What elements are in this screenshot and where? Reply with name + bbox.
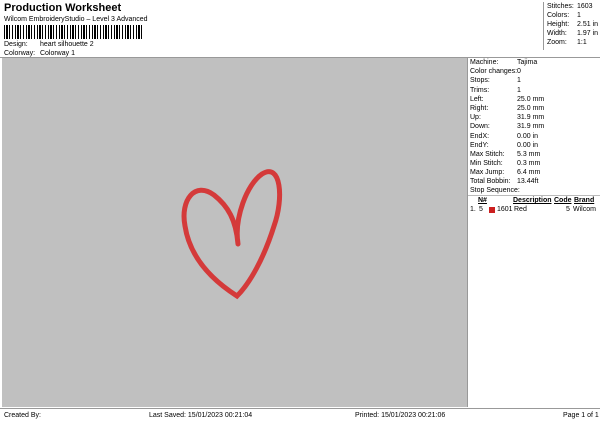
machine-value: 6.4 mm bbox=[517, 169, 541, 177]
stats-panel: Stitches: 1603 Colors: 1 Height: 2.51 in Wi… bbox=[543, 2, 600, 50]
machine-label: Left: bbox=[470, 95, 484, 103]
col-brand: Brand bbox=[574, 197, 595, 204]
row-description: Red bbox=[514, 206, 527, 213]
machine-value: 0.00 in bbox=[517, 141, 539, 149]
stat-value: 1:1 bbox=[577, 39, 587, 46]
machine-value: 1 bbox=[517, 77, 521, 85]
machine-label: Total Bobbin: bbox=[470, 178, 511, 186]
machine-row: Left: 25.0 mm bbox=[468, 95, 600, 104]
design-value: heart silhouette 2 bbox=[39, 41, 94, 48]
color-swatch bbox=[489, 206, 495, 213]
machine-label: Down: bbox=[470, 123, 490, 131]
machine-value: 31.9 mm bbox=[517, 114, 545, 122]
created-by: Created By: bbox=[4, 412, 41, 419]
heart-silhouette bbox=[181, 169, 283, 300]
machine-row: Max Jump: 6.4 mm bbox=[468, 168, 600, 177]
machine-label: Max Stitch: bbox=[470, 150, 505, 158]
stat-label: Stitches: bbox=[547, 3, 574, 10]
machine-row: Max Stitch: 5.3 mm bbox=[468, 150, 600, 159]
machine-value: 25.0 mm bbox=[517, 104, 545, 112]
machine-value: 0 bbox=[517, 68, 521, 76]
design-preview bbox=[2, 58, 468, 407]
machine-label: EndY: bbox=[470, 141, 489, 149]
machine-row: Color changes: 0 bbox=[468, 67, 600, 76]
stat-row: Height: 2.51 in bbox=[544, 20, 600, 29]
machine-label: Right: bbox=[470, 104, 489, 112]
stat-label: Width: bbox=[547, 30, 567, 37]
stat-row: Stitches: 1603 bbox=[544, 2, 600, 11]
colorway-value: Colorway 1 bbox=[39, 50, 75, 57]
heart-stroke bbox=[181, 169, 283, 300]
machine-value: 0.00 in bbox=[517, 132, 539, 140]
colorway-label: Colorway: bbox=[4, 50, 36, 57]
machine-row: Trims: 1 bbox=[468, 86, 600, 95]
machine-row: Down: 31.9 mm bbox=[468, 122, 600, 131]
stop-sequence-title: Stop Sequence: bbox=[468, 186, 600, 196]
row-code: 5 bbox=[566, 206, 570, 213]
row-index: 1. bbox=[470, 206, 476, 213]
machine-label: Stops: bbox=[470, 77, 490, 85]
machine-row: EndY: 0.00 in bbox=[468, 141, 600, 150]
machine-label: EndX: bbox=[470, 132, 490, 140]
row-brand: Wilcom bbox=[573, 206, 596, 213]
col-description: Description bbox=[513, 197, 552, 204]
machine-value: 25.0 mm bbox=[517, 95, 545, 103]
stat-row: Zoom: 1:1 bbox=[544, 38, 600, 47]
machine-label: Up: bbox=[470, 114, 481, 122]
page-number: Page 1 of 1 bbox=[563, 412, 599, 419]
col-num: N# bbox=[478, 197, 487, 204]
machine-row: Min Stitch: 0.3 mm bbox=[468, 159, 600, 168]
machine-value: 1 bbox=[517, 86, 521, 94]
machine-label: Machine: bbox=[470, 59, 499, 66]
machine-row: Right: 25.0 mm bbox=[468, 104, 600, 113]
machine-value: 31.9 mm bbox=[517, 123, 545, 131]
stat-value: 1 bbox=[577, 12, 581, 19]
machine-value: Tajima bbox=[517, 59, 538, 66]
page-title: Production Worksheet bbox=[4, 2, 122, 14]
table-row: 1. 5 1601 Red 5 Wilcom bbox=[468, 205, 600, 214]
stat-value: 1.97 in bbox=[577, 30, 599, 37]
stat-row: Width: 1.97 in bbox=[544, 29, 600, 38]
stat-value: 1603 bbox=[577, 3, 593, 10]
col-code: Code bbox=[554, 197, 572, 204]
stop-sequence-header: N# Description Code Brand bbox=[468, 196, 600, 205]
printed-date: Printed: 15/01/2023 00:21:06 bbox=[355, 412, 446, 419]
stat-label: Zoom: bbox=[547, 39, 567, 46]
machine-row: Up: 31.9 mm bbox=[468, 113, 600, 122]
row-num: 5 bbox=[479, 206, 483, 213]
footer-divider bbox=[0, 408, 600, 409]
machine-row: EndX: 0.00 in bbox=[468, 132, 600, 141]
row-code-num: 1601 bbox=[497, 206, 513, 213]
design-label: Design: bbox=[4, 41, 28, 48]
machine-label: Min Stitch: bbox=[470, 160, 503, 168]
machine-label: Color changes: bbox=[470, 68, 518, 76]
stat-row: Colors: 1 bbox=[544, 11, 600, 20]
machine-label: Trims: bbox=[470, 86, 490, 94]
colorway-row: Colorway: Colorway 1 bbox=[4, 50, 75, 57]
software-subtitle: Wilcom EmbroideryStudio – Level 3 Advanc… bbox=[4, 16, 148, 23]
stat-label: Colors: bbox=[547, 12, 570, 19]
stop-sequence-panel: Stop Sequence: N# Description Code Brand… bbox=[468, 186, 600, 214]
machine-value: 5.3 mm bbox=[517, 150, 541, 158]
design-row: Design: heart silhouette 2 bbox=[4, 41, 94, 48]
machine-info-panel: Machine: Tajima Color changes: 0 Stops: 1 T… bbox=[468, 58, 600, 187]
stat-value: 2.51 in bbox=[577, 21, 599, 28]
machine-row: Machine: Tajima bbox=[468, 58, 600, 67]
last-saved: Last Saved: 15/01/2023 00:21:04 bbox=[149, 412, 253, 419]
machine-value: 0.3 mm bbox=[517, 160, 541, 168]
machine-label: Max Jump: bbox=[470, 169, 505, 177]
stat-label: Height: bbox=[547, 21, 570, 28]
barcode bbox=[4, 25, 144, 39]
machine-row: Stops: 1 bbox=[468, 76, 600, 85]
